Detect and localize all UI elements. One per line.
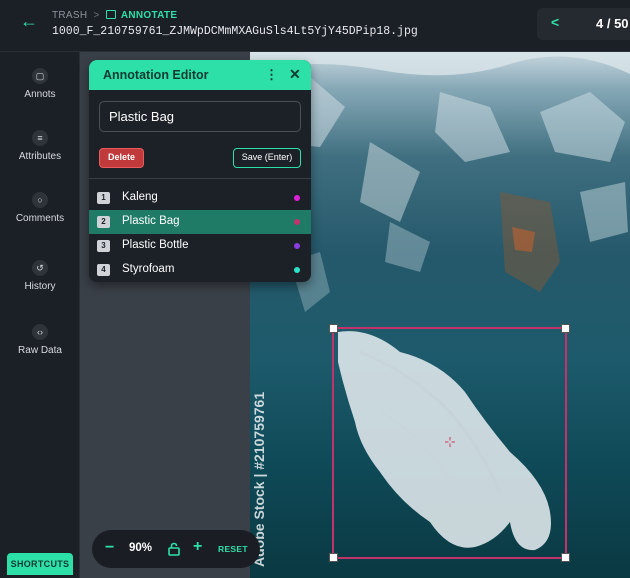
delete-button[interactable]: Delete [99,148,144,168]
sidebar-item-label: Attributes [18,151,62,162]
top-header: ← TRASH > ANNOTATE 1000_F_210759761_ZJMW… [0,0,630,52]
zoom-toolbar: − 90% + RESET [92,530,260,568]
sidebar-item-annots[interactable]: ▢ Annots [0,68,80,100]
class-color-dot [294,267,300,273]
sidebar-item-label: History [24,281,56,292]
breadcrumb-separator: > [93,10,100,21]
zoom-level: 90% [129,542,153,554]
class-item-plastic-bottle[interactable]: 3 Plastic Bottle [89,234,311,258]
history-icon: ↺ [32,260,48,276]
resize-handle-bottom-left[interactable] [329,553,338,562]
annotation-editor-panel: Annotation Editor ⋮ ✕ Delete Save (Enter… [89,60,311,282]
sidebar-item-label: Annots [24,89,56,100]
resize-handle-top-right[interactable] [561,324,570,333]
label-input[interactable] [99,101,301,132]
chevron-left-icon[interactable]: < [551,14,559,30]
note-icon: ▢ [32,68,48,84]
comment-icon: ○ [32,192,48,208]
sidebar-item-comments[interactable]: ○ Comments [0,192,80,224]
divider [89,178,311,179]
sidebar-item-raw-data[interactable]: ‹› Raw Data [0,324,80,356]
zoom-out-button[interactable]: − [105,539,114,557]
unlock-icon[interactable] [167,542,181,556]
sidebar-item-label: Comments [15,213,65,224]
class-color-dot [294,243,300,249]
breadcrumb-trash[interactable]: TRASH [52,10,87,21]
editor-header[interactable]: Annotation Editor ⋮ ✕ [89,60,311,90]
resize-handle-top-left[interactable] [329,324,338,333]
back-arrow-icon[interactable]: ← [20,12,38,30]
class-name: Plastic Bottle [122,239,189,251]
sidebar-item-label: Raw Data [18,345,62,356]
page-counter: 4 / 50 [596,16,629,31]
more-vertical-icon[interactable]: ⋮ [265,67,278,83]
sidebar-item-attributes[interactable]: ≡ Attributes [0,130,80,162]
breadcrumb-annotate: ANNOTATE [120,10,178,21]
resize-handle-bottom-right[interactable] [561,553,570,562]
class-number: 3 [97,240,110,252]
reset-zoom-button[interactable]: RESET [218,544,248,554]
list-icon: ≡ [32,130,48,146]
code-icon: ‹› [32,324,48,340]
class-color-dot [294,195,300,201]
class-name: Plastic Bag [122,215,180,227]
save-button[interactable]: Save (Enter) [233,148,301,168]
sidebar-item-history[interactable]: ↺ History [0,260,80,292]
class-color-dot [294,219,300,225]
class-name: Kaleng [122,191,158,203]
class-number: 1 [97,192,110,204]
class-number: 4 [97,264,110,276]
class-item-kaleng[interactable]: 1 Kaleng [89,186,311,210]
class-item-plastic-bag[interactable]: 2 Plastic Bag [89,210,311,234]
close-icon[interactable]: ✕ [289,66,301,83]
crosshair-icon [445,437,455,447]
zoom-in-button[interactable]: + [193,538,202,556]
annotate-icon [105,10,116,19]
class-list: 1 Kaleng 2 Plastic Bag 3 Plastic Bottle … [89,186,311,282]
file-name: 1000_F_210759761_ZJMWpDCMmMXAGuSls4Lt5Yj… [52,25,418,38]
class-number: 2 [97,216,110,228]
editor-title: Annotation Editor [103,68,209,82]
sidebar: ▢ Annots ≡ Attributes ○ Comments ↺ Histo… [0,52,80,578]
class-name: Styrofoam [122,263,175,275]
class-item-styrofoam[interactable]: 4 Styrofoam [89,258,311,282]
breadcrumb: TRASH > ANNOTATE [52,10,177,21]
pager: < 4 / 50 [537,8,630,40]
shortcuts-button[interactable]: SHORTCUTS [7,553,73,575]
